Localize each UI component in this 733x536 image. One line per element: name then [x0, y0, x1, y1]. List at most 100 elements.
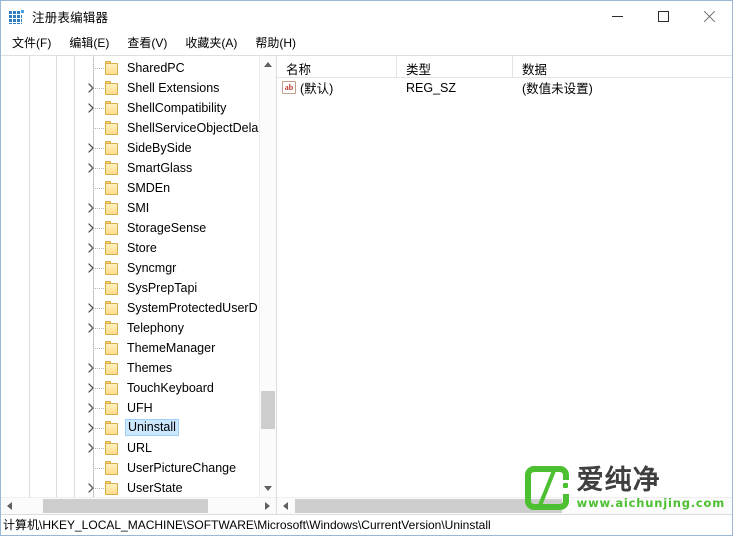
tree-item-systemprotecteduserd[interactable]: SystemProtectedUserD	[1, 298, 259, 318]
column-header-data[interactable]: 数据	[513, 56, 732, 78]
tree-item-smartglass[interactable]: SmartGlass	[1, 158, 259, 178]
tree-item-label: SmartGlass	[127, 161, 193, 175]
column-header-name[interactable]: 名称	[277, 56, 397, 78]
registry-tree[interactable]: SharedPC Shell Extensions ShellCompatibili…	[1, 56, 259, 497]
tree-item-shellserviceobjectdela[interactable]: ShellServiceObjectDela	[1, 118, 259, 138]
chevron-right-icon[interactable]	[85, 362, 97, 374]
value-data-cell: (数值未设置)	[522, 82, 593, 96]
tree-item-store[interactable]: Store	[1, 238, 259, 258]
close-icon	[703, 10, 716, 23]
scroll-up-button[interactable]	[260, 56, 276, 73]
tree-item-label: ThemeManager	[127, 341, 216, 355]
folder-icon	[105, 261, 120, 275]
menu-edit[interactable]: 编辑(E)	[60, 33, 118, 54]
chevron-right-icon[interactable]	[85, 202, 97, 214]
tree-horizontal-scrollbar[interactable]	[1, 497, 276, 514]
tree-item-smi[interactable]: SMI	[1, 198, 259, 218]
tree-item-label: SideBySide	[127, 141, 192, 155]
chevron-right-icon[interactable]	[85, 102, 97, 114]
chevron-right-icon[interactable]	[85, 162, 97, 174]
value-list[interactable]: ab (默认) REG_SZ (数值未设置)	[277, 78, 732, 497]
tree-item-userstate[interactable]: UserState	[1, 478, 259, 497]
value-hscroll-thumb[interactable]	[295, 499, 562, 513]
tree-item-sidebyside[interactable]: SideBySide	[1, 138, 259, 158]
tree-item-shell-extensions[interactable]: Shell Extensions	[1, 78, 259, 98]
tree-item-shellcompatibility[interactable]: ShellCompatibility	[1, 98, 259, 118]
tree-item-url[interactable]: URL	[1, 438, 259, 458]
column-header-type[interactable]: 类型	[397, 56, 513, 78]
chevron-right-icon[interactable]	[85, 482, 97, 494]
chevron-right-icon[interactable]	[85, 222, 97, 234]
chevron-right-icon[interactable]	[85, 262, 97, 274]
tree-item-label: SystemProtectedUserD	[127, 301, 258, 315]
menu-view[interactable]: 查看(V)	[118, 33, 176, 54]
tree-item-themes[interactable]: Themes	[1, 358, 259, 378]
tree-vscroll-thumb[interactable]	[261, 391, 275, 429]
tree-item-sharedpc[interactable]: SharedPC	[1, 58, 259, 78]
scroll-down-button[interactable]	[260, 480, 276, 497]
chevron-right-icon[interactable]	[85, 322, 97, 334]
chevron-right-icon[interactable]	[85, 302, 97, 314]
tree-connector-horizontal	[93, 128, 104, 129]
tree-row-list: SharedPC Shell Extensions ShellCompatibili…	[1, 56, 259, 497]
value-row[interactable]: ab (默认) REG_SZ (数值未设置)	[277, 78, 732, 97]
tree-item-smden[interactable]: SMDEn	[1, 178, 259, 198]
chevron-right-icon[interactable]	[85, 142, 97, 154]
menu-help[interactable]: 帮助(H)	[246, 33, 305, 54]
tree-connector-horizontal	[93, 188, 104, 189]
folder-icon	[105, 301, 120, 315]
tree-item-storagesense[interactable]: StorageSense	[1, 218, 259, 238]
minimize-button[interactable]	[594, 1, 640, 32]
caret-up-icon	[264, 62, 272, 67]
tree-item-syspreptapi[interactable]: SysPrepTapi	[1, 278, 259, 298]
scroll-right-button[interactable]	[259, 498, 276, 514]
chevron-right-icon[interactable]	[85, 242, 97, 254]
tree-item-uninstall[interactable]: Uninstall	[1, 418, 259, 438]
tree-item-label: Uninstall	[125, 419, 179, 436]
chevron-right-icon[interactable]	[85, 442, 97, 454]
menu-favorites[interactable]: 收藏夹(A)	[176, 33, 246, 54]
registry-editor-window: 注册表编辑器 文件(F) 编辑(E) 查看(V) 收藏夹(A) 帮助(H) Sh…	[0, 0, 733, 536]
tree-item-syncmgr[interactable]: Syncmgr	[1, 258, 259, 278]
tree-item-thememanager[interactable]: ThemeManager	[1, 338, 259, 358]
tree-connector-horizontal	[93, 348, 104, 349]
tree-connector-horizontal	[93, 68, 104, 69]
tree-vertical-scrollbar[interactable]	[259, 56, 276, 497]
value-scroll-left-button[interactable]	[277, 498, 294, 514]
registry-icon	[9, 8, 25, 25]
folder-icon	[105, 161, 120, 175]
minimize-icon	[611, 16, 623, 17]
maximize-icon	[657, 11, 669, 22]
tree-item-label: TouchKeyboard	[127, 381, 214, 395]
scroll-left-button[interactable]	[1, 498, 18, 514]
folder-icon	[105, 361, 120, 375]
maximize-button[interactable]	[640, 1, 686, 32]
chevron-right-icon[interactable]	[85, 382, 97, 394]
tree-item-telephony[interactable]: Telephony	[1, 318, 259, 338]
tree-item-label: Syncmgr	[127, 261, 177, 275]
tree-item-touchkeyboard[interactable]: TouchKeyboard	[1, 378, 259, 398]
menu-file[interactable]: 文件(F)	[3, 33, 60, 54]
chevron-right-icon[interactable]	[85, 402, 97, 414]
tree-hscroll-thumb[interactable]	[43, 499, 208, 513]
close-button[interactable]	[686, 1, 732, 32]
tree-connector-horizontal	[93, 468, 104, 469]
tree-item-userpicturechange[interactable]: UserPictureChange	[1, 458, 259, 478]
tree-connector-horizontal	[93, 288, 104, 289]
tree-item-label: SysPrepTapi	[127, 281, 198, 295]
registry-value-pane: 名称 类型 数据 ab (默认) REG_SZ (数值未设置)	[277, 56, 732, 514]
chevron-right-icon[interactable]	[85, 422, 97, 434]
title-bar: 注册表编辑器	[1, 1, 732, 32]
menu-bar: 文件(F) 编辑(E) 查看(V) 收藏夹(A) 帮助(H)	[1, 32, 732, 56]
folder-icon	[105, 441, 120, 455]
chevron-right-icon[interactable]	[85, 82, 97, 94]
folder-icon	[105, 141, 120, 155]
folder-icon	[105, 121, 120, 135]
folder-icon	[105, 401, 120, 415]
value-caret-left-icon	[283, 502, 288, 510]
status-bar: 计算机\HKEY_LOCAL_MACHINE\SOFTWARE\Microsof…	[1, 514, 732, 535]
folder-icon	[105, 481, 120, 495]
folder-icon	[105, 181, 120, 195]
value-horizontal-scrollbar[interactable]	[277, 497, 732, 514]
tree-item-ufh[interactable]: UFH	[1, 398, 259, 418]
